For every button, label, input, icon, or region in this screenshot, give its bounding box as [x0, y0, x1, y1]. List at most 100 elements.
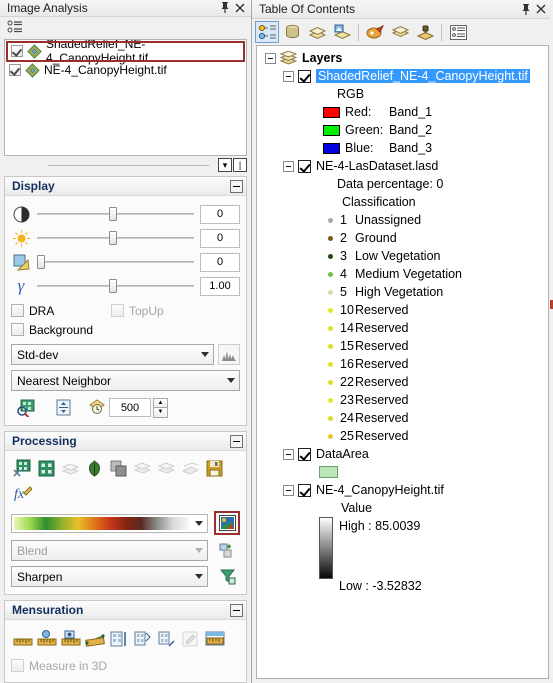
mensuration-section-header[interactable]: Mensuration — [5, 601, 246, 620]
apply-filter-icon[interactable] — [214, 566, 240, 587]
chevron-down-icon[interactable] — [222, 371, 239, 390]
measure-results-icon[interactable] — [203, 628, 226, 650]
pin-icon[interactable] — [217, 0, 232, 15]
spinner-up-icon[interactable]: ▲ — [153, 397, 168, 408]
slider-thumb[interactable] — [109, 207, 118, 221]
tree-node-lasdataset[interactable]: NE-4-LasDataset.lasd — [257, 157, 548, 175]
collapse-icon[interactable] — [230, 434, 243, 448]
composite-bands-icon[interactable] — [131, 457, 154, 480]
dra-checkbox-row[interactable]: DRA — [11, 301, 111, 320]
brightness-slider[interactable] — [37, 229, 194, 247]
image-analysis-layer-list[interactable]: ShadedRelief_NE-4_CanopyHeight.tif NE-4_… — [4, 38, 247, 156]
collapse-icon[interactable] — [230, 603, 243, 617]
measure-settings-icon[interactable] — [179, 628, 202, 650]
pan-sharpen-icon[interactable] — [155, 457, 178, 480]
add-data-icon[interactable] — [413, 21, 437, 43]
save-icon[interactable] — [203, 457, 226, 480]
toc-options-icon[interactable] — [446, 21, 470, 43]
contrast-slider[interactable] — [37, 205, 194, 223]
layer-visibility-checkbox[interactable] — [298, 447, 311, 461]
layer-visibility-checkbox[interactable] — [298, 159, 311, 173]
transparency-value[interactable]: 0 — [200, 252, 240, 272]
clip-icon[interactable] — [11, 457, 34, 480]
mosaic-icon[interactable] — [59, 457, 82, 480]
expand-collapse-icon[interactable] — [265, 52, 276, 64]
chevron-double-down-icon[interactable]: ▾ — [218, 158, 232, 172]
measure-height-base-top-icon[interactable] — [107, 628, 130, 650]
pin-icon[interactable] — [518, 2, 533, 17]
function-editor-icon[interactable]: fx — [11, 481, 34, 504]
options-icon[interactable] — [363, 21, 387, 43]
expand-collapse-icon[interactable] — [283, 160, 294, 172]
measure-height-top-shadow-icon[interactable] — [155, 628, 178, 650]
add-layer-icon[interactable] — [214, 540, 240, 561]
color-ramp-combo[interactable] — [11, 513, 208, 533]
measure-area-icon[interactable] — [83, 628, 106, 650]
measure-point-icon[interactable] — [35, 628, 58, 650]
close-icon[interactable] — [533, 2, 548, 17]
measure-height-base-shadow-icon[interactable] — [131, 628, 154, 650]
dra-checkbox[interactable] — [11, 304, 24, 317]
spinner-down-icon[interactable]: ▼ — [153, 407, 168, 418]
contrast-value[interactable]: 0 — [200, 204, 240, 224]
list-by-drawing-order-icon[interactable] — [255, 21, 279, 43]
chevron-down-icon[interactable] — [191, 520, 207, 526]
list-item[interactable]: ShadedRelief_NE-4_CanopyHeight.tif — [6, 40, 245, 65]
list-by-source-icon[interactable] — [280, 21, 304, 43]
chevron-down-icon[interactable] — [190, 567, 207, 586]
layer-list-scrollbar[interactable]: ▾ | — [4, 158, 247, 172]
difference-icon[interactable] — [107, 457, 130, 480]
gamma-value[interactable]: 1.00 — [200, 276, 240, 296]
measure-centroid-icon[interactable] — [59, 628, 82, 650]
layer-visibility-checkbox[interactable] — [11, 45, 23, 58]
slider-thumb[interactable] — [109, 231, 118, 245]
tree-node-label[interactable]: NE-4-LasDataset.lasd — [316, 159, 438, 173]
expand-collapse-icon[interactable] — [283, 484, 294, 496]
resize-handle-icon[interactable]: | — [233, 158, 247, 172]
expand-collapse-icon[interactable] — [283, 70, 294, 82]
display-properties-icon[interactable] — [41, 397, 85, 418]
transparency-slider[interactable] — [37, 253, 194, 271]
expand-collapse-icon[interactable] — [283, 448, 294, 460]
orthorectify-icon[interactable] — [179, 457, 202, 480]
background-checkbox-row[interactable]: Background — [11, 320, 240, 339]
processing-section-header[interactable]: Processing — [5, 432, 246, 451]
mask-icon[interactable] — [35, 457, 58, 480]
slider-thumb[interactable] — [109, 279, 118, 293]
class-label: Reserved — [355, 375, 409, 389]
measure-distance-icon[interactable] — [11, 628, 34, 650]
tree-node-layers[interactable]: Layers — [257, 49, 548, 67]
tree-node-canopyheight[interactable]: NE-4_CanopyHeight.tif — [257, 481, 548, 499]
pixel-size-value[interactable]: 500 — [109, 398, 151, 417]
list-by-visibility-icon[interactable] — [305, 21, 329, 43]
stretch-type-combo[interactable]: Std-dev — [11, 344, 214, 365]
ndvi-icon[interactable] — [83, 457, 106, 480]
gamma-slider[interactable] — [37, 277, 194, 295]
tree-node-label[interactable]: DataArea — [316, 447, 369, 461]
processing-section: Processing fx Blend Sharpen — [4, 431, 247, 595]
histogram-icon[interactable] — [218, 344, 240, 365]
close-icon[interactable] — [232, 0, 247, 15]
slider-thumb[interactable] — [37, 255, 45, 269]
background-checkbox[interactable] — [11, 323, 24, 336]
chevron-down-icon[interactable] — [196, 345, 213, 364]
zoom-to-raster-resolution-icon[interactable] — [11, 397, 41, 418]
pixel-depth-icon[interactable] — [85, 397, 109, 418]
collapse-icon[interactable] — [230, 179, 243, 193]
tree-node-label[interactable]: NE-4_CanopyHeight.tif — [316, 483, 444, 497]
ramp-image-icon[interactable] — [214, 511, 240, 535]
layer-visibility-checkbox[interactable] — [9, 64, 21, 77]
tree-node-dataarea[interactable]: DataArea — [257, 445, 548, 463]
layer-visibility-checkbox[interactable] — [298, 483, 311, 497]
filter-combo[interactable]: Sharpen — [11, 566, 208, 587]
display-section-header[interactable]: Display — [5, 177, 246, 196]
toc-tree[interactable]: Layers ShadedRelief_NE-4_CanopyHeight.ti… — [256, 45, 549, 679]
tree-node-shadedrelief[interactable]: ShadedRelief_NE-4_CanopyHeight.tif — [257, 67, 548, 85]
resample-combo[interactable]: Nearest Neighbor — [11, 370, 240, 391]
layer-visibility-checkbox[interactable] — [298, 69, 311, 83]
list-by-selection-icon[interactable] — [330, 21, 354, 43]
tree-node-label[interactable]: ShadedRelief_NE-4_CanopyHeight.tif — [316, 69, 530, 83]
options-icon[interactable] — [4, 17, 26, 38]
brightness-value[interactable]: 0 — [200, 228, 240, 248]
add-basemap-icon[interactable] — [388, 21, 412, 43]
